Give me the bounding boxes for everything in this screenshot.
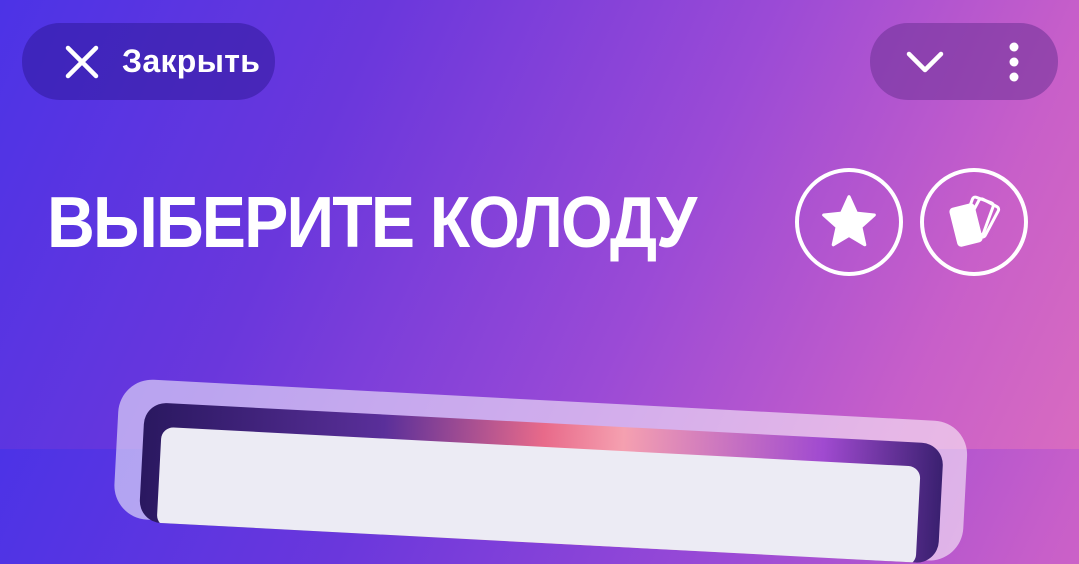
chevron-down-icon[interactable] (904, 45, 946, 79)
close-button-label: Закрыть (122, 43, 261, 79)
cards-icon (949, 195, 1001, 247)
close-icon (65, 45, 99, 78)
page-title: ВЫБЕРИТЕ КОЛОДУ (47, 183, 697, 263)
decks-button[interactable] (920, 168, 1028, 276)
more-vertical-icon[interactable] (1002, 41, 1026, 83)
window-controls (870, 23, 1058, 100)
star-icon (822, 195, 876, 247)
deck-card-face (156, 426, 921, 564)
favorites-button[interactable] (795, 168, 903, 276)
close-button[interactable]: Закрыть (22, 23, 275, 100)
